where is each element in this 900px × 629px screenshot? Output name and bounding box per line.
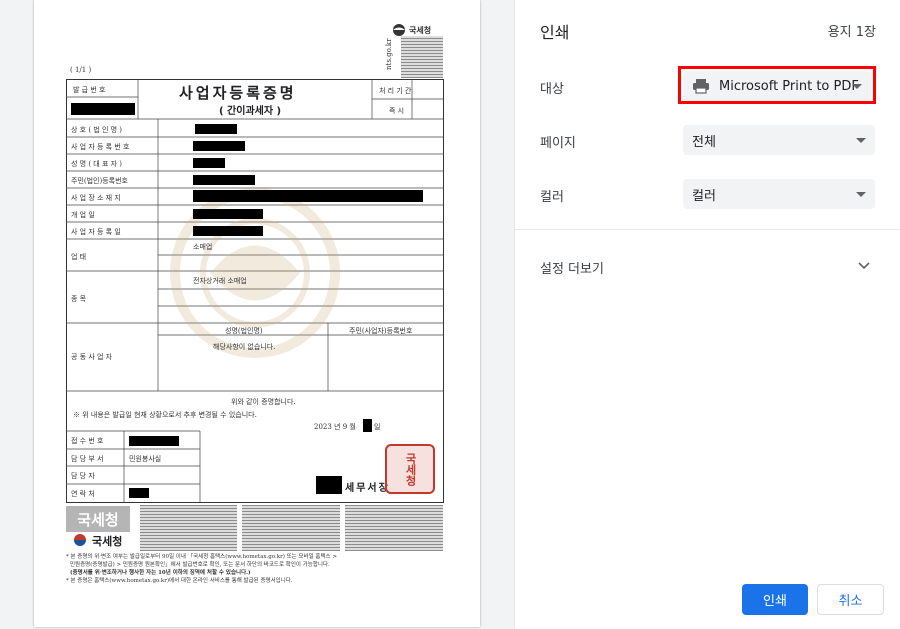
- official-seal: 국세청: [385, 444, 435, 494]
- more-settings-label: 설정 더보기: [540, 262, 604, 277]
- document-page: 국세청 nts.go.kr ( 1/1 ) 발 급 번 호 사업자등록증명 (…: [34, 0, 480, 627]
- manager-label: 담 당 자: [71, 472, 95, 480]
- redacted-registration-date: [193, 226, 263, 236]
- destination-label: 대상: [540, 82, 564, 97]
- processing-label: 처 리 기 간: [379, 87, 412, 95]
- footer-line: 민원증명(증명발급) > 민원증명 원본확인」에서 발급번호로 확인, 또는 문…: [70, 562, 330, 568]
- row-label: 성 명 ( 대 표 자 ): [71, 160, 123, 168]
- partner-col-id: 주민(사업자)등록번호: [349, 327, 413, 335]
- processing-value: 즉 시: [389, 107, 405, 115]
- redacted-company-name: [195, 124, 237, 134]
- certificate-title: 사업자등록증명: [179, 84, 297, 102]
- certificate-subtitle: ( 간이과세자 ): [219, 106, 282, 117]
- print-settings-panel: 인쇄 용지 1장 대상 Microsoft Print to PDF 페이지 전…: [514, 0, 900, 629]
- redacted-address: [193, 190, 423, 202]
- cancel-button[interactable]: 취소: [817, 584, 884, 615]
- redacted-day: [363, 419, 372, 432]
- pages-value: 전체: [692, 134, 716, 150]
- expand-chevron-icon: [858, 262, 870, 270]
- row-label: 개 업 일: [71, 211, 95, 219]
- redacted-resident-number: [193, 175, 255, 185]
- nts-site: nts.go.kr: [385, 38, 393, 70]
- page-indicator: ( 1/1 ): [70, 66, 92, 74]
- row-label: 주민(법인)등록번호: [71, 177, 128, 185]
- contact-label: 연 락 처: [71, 490, 95, 498]
- date-text: 2023 년 9 월: [314, 423, 356, 431]
- issue-no-label: 발 급 번 호: [73, 86, 106, 94]
- certify-text: 위와 같이 증명합니다.: [231, 398, 296, 406]
- nts-stamp-box: 국세청: [66, 506, 130, 532]
- redacted-receipt-no: [129, 436, 179, 446]
- partner-label: 공 동 사 업 자: [71, 353, 113, 361]
- barcode-2: [242, 505, 340, 551]
- more-settings-toggle[interactable]: 설정 더보기: [515, 246, 900, 286]
- footer-notes: * 본 증명의 위·변조 여부는 발급일로부터 90일 이내 「국세청 홈택스(…: [66, 553, 446, 585]
- pages-select[interactable]: 전체: [683, 125, 875, 155]
- chevron-down-icon: [856, 138, 866, 143]
- chevron-down-icon: [856, 192, 866, 197]
- dept-value: 민원봉사실: [129, 455, 162, 463]
- color-value: 컬러: [692, 188, 716, 204]
- barcode-3: [345, 505, 443, 551]
- redacted-office-name: [316, 476, 342, 494]
- nts-footer-logo-icon: [74, 534, 86, 546]
- dialog-title: 인쇄: [540, 23, 570, 42]
- panel-divider: [515, 229, 900, 230]
- tax-office-title: 세무서장: [345, 483, 390, 494]
- receipt-label: 접 수 번 호: [71, 437, 104, 445]
- row-label: 상 호 ( 법 인 명 ): [71, 126, 123, 134]
- business-type-label: 업 태: [71, 253, 87, 261]
- row-label: 사 업 장 소 재 지: [71, 194, 121, 202]
- nts-stamp-text: 국세청: [77, 510, 119, 529]
- nts-logo-icon: [391, 22, 407, 36]
- print-button[interactable]: 인쇄: [742, 584, 808, 615]
- color-select[interactable]: 컬러: [683, 179, 875, 209]
- footer-line: (증명서를 위·변조하거나 행사한 자는 10년 이하의 징역에 처할 수 있습…: [70, 570, 251, 576]
- dept-label: 담 당 부 서: [71, 455, 104, 463]
- item-label: 종 목: [71, 295, 87, 303]
- item-value: 전자상거래 소매업: [193, 277, 247, 285]
- top-qr-code: [401, 36, 443, 78]
- barcode-1: [140, 505, 237, 551]
- seal-text: 국세청: [404, 452, 417, 486]
- redacted-issue-no: [71, 103, 135, 115]
- note-text: ※ 위 내용은 발급일 현재 상황으로서 추후 변경될 수 있습니다.: [73, 411, 257, 419]
- redacted-representative: [193, 158, 225, 168]
- partner-col-name: 성명(법인명): [225, 327, 263, 335]
- redacted-open-date: [193, 209, 263, 219]
- redacted-business-number: [193, 141, 245, 151]
- row-label: 사 업 자 등 록 일: [71, 228, 121, 236]
- color-label: 컬러: [540, 190, 564, 205]
- sheet-count: 용지 1장: [827, 25, 876, 40]
- date-day-suffix: 일: [374, 423, 381, 431]
- footer-line: * 본 증명의 위·변조 여부는 발급일로부터 90일 이내 「국세청 홈택스(…: [66, 554, 337, 560]
- print-preview-area[interactable]: 국세청 nts.go.kr ( 1/1 ) 발 급 번 호 사업자등록증명 (…: [0, 0, 514, 629]
- destination-highlight: [678, 66, 876, 104]
- nts-footer-logo-text: 국세청: [92, 535, 123, 548]
- partner-none: 해당사항이 없습니다.: [213, 343, 276, 351]
- business-type-value: 소매업: [193, 243, 213, 251]
- pages-label: 페이지: [540, 136, 576, 151]
- form-frame: 발 급 번 호 사업자등록증명 ( 간이과세자 ) 처 리 기 간 즉 시 상 …: [66, 79, 444, 503]
- row-label: 사 업 자 등 록 번 호: [71, 143, 130, 151]
- nts-name: 국세청: [409, 25, 432, 35]
- redacted-contact: [129, 488, 149, 498]
- footer-line: * 본 증명은 홈택스(www.hometax.go.kr)에서 대한 온라인 …: [66, 578, 293, 584]
